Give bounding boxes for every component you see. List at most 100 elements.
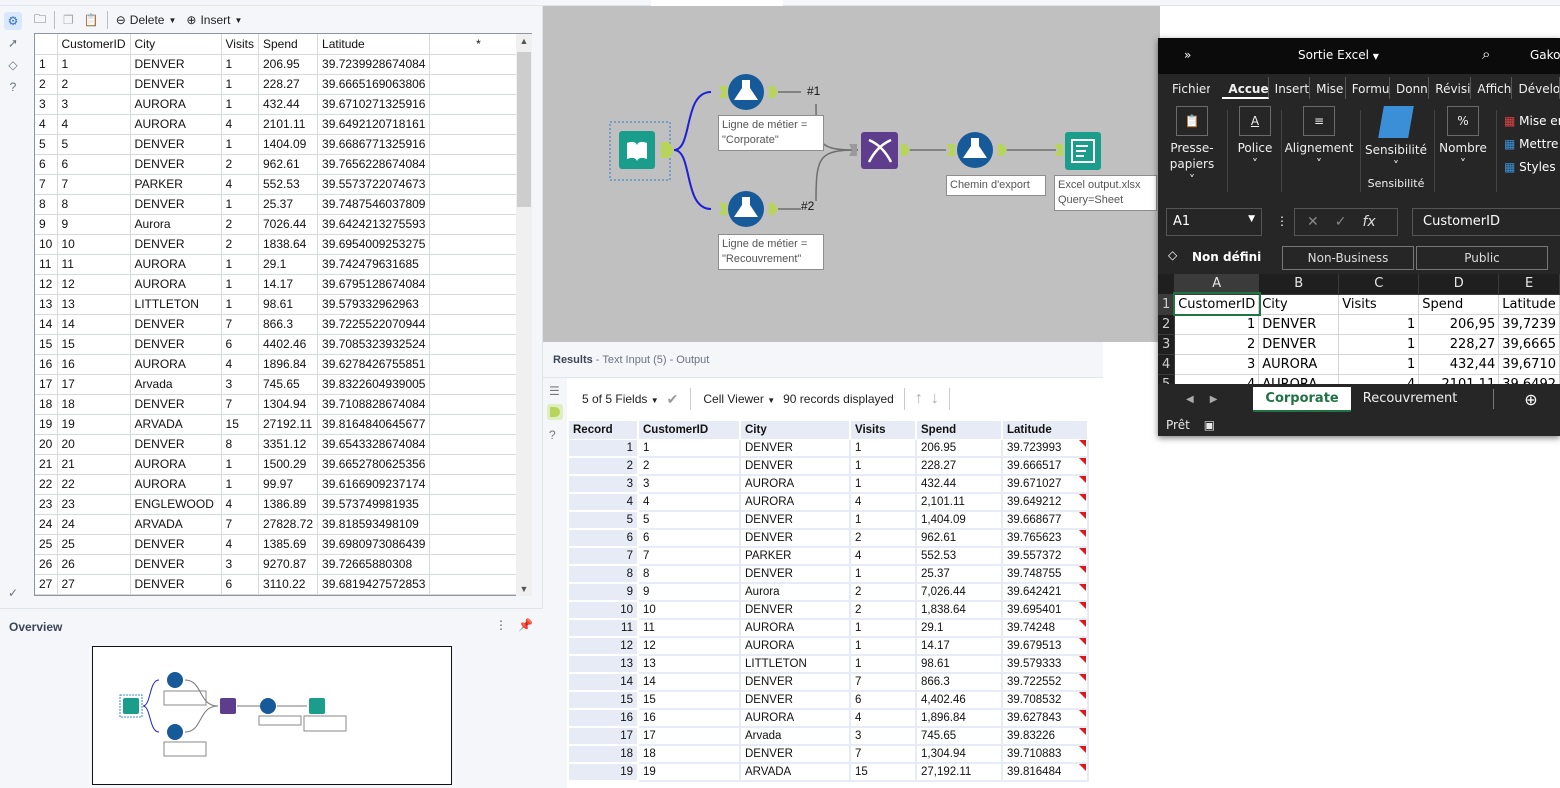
grid-cell[interactable]: 3110.22 xyxy=(258,574,319,595)
grid-cell[interactable]: 1 xyxy=(221,474,259,495)
results-cell[interactable]: PARKER xyxy=(741,548,851,566)
results-cell[interactable]: 39.671027 xyxy=(1003,476,1089,494)
grid-cell[interactable]: 4402.46 xyxy=(258,334,319,355)
formula-output-anchor[interactable] xyxy=(998,144,1007,156)
results-cell[interactable]: 39.710883 xyxy=(1003,746,1089,764)
results-cell[interactable]: 1 xyxy=(851,512,917,530)
results-cell[interactable]: 13 xyxy=(639,656,741,674)
grid-row[interactable]: 2 2 DENVER 1 228.27 39.6665169063806 xyxy=(35,74,528,95)
results-cell[interactable]: 39.557372 xyxy=(1003,548,1089,566)
results-cell[interactable]: 552.53 xyxy=(917,548,1003,566)
grid-cell[interactable] xyxy=(429,134,528,155)
grid-cell[interactable]: DENVER xyxy=(130,234,222,255)
grid-row[interactable]: 18 18 DENVER 7 1304.94 39.7108828674084 xyxy=(35,394,528,415)
grid-row[interactable]: 7 7 PARKER 4 552.53 39.5573722074673 xyxy=(35,174,528,195)
grid-cell[interactable]: 17 xyxy=(57,374,131,395)
results-column-header[interactable]: CustomerID xyxy=(639,421,741,440)
results-cell[interactable]: 14.17 xyxy=(917,638,1003,656)
results-cell[interactable]: 7,026.44 xyxy=(917,584,1003,602)
sheet-tab[interactable]: Corporate xyxy=(1253,386,1351,412)
results-row[interactable]: 12 12 AURORA 1 14.17 39.679513 xyxy=(569,638,1089,656)
sheet-cell[interactable]: 39,6665 xyxy=(1498,334,1560,355)
format-table-button[interactable]: ▦ Mettre xyxy=(1504,133,1560,156)
grid-cell[interactable] xyxy=(429,194,528,215)
cell-styles-button[interactable]: ▦ Styles d xyxy=(1504,156,1560,179)
results-row[interactable]: 13 13 LITTLETON 1 98.61 39.579333 xyxy=(569,656,1089,674)
grid-cell[interactable]: 39.573749981935 xyxy=(317,494,431,515)
sheet-tab[interactable]: Recouvrement xyxy=(1351,387,1470,412)
column-letter[interactable]: A xyxy=(1174,274,1260,295)
grid-cell[interactable]: 20 xyxy=(57,434,131,455)
results-column-header[interactable]: Spend xyxy=(917,421,1003,440)
grid-cell[interactable]: 39.6166909237174 xyxy=(317,474,431,495)
cell-viewer-dropdown[interactable]: Cell Viewer ▼ xyxy=(703,392,775,406)
results-cell[interactable]: 19 xyxy=(639,764,741,782)
grid-row[interactable]: 6 6 DENVER 2 962.61 39.7656228674084 xyxy=(35,154,528,175)
sheet-cell[interactable]: 228,27 xyxy=(1418,334,1500,355)
grid-cell[interactable]: 206.95 xyxy=(258,54,319,75)
grid-cell[interactable]: 25 xyxy=(57,534,131,555)
results-column-header[interactable]: City xyxy=(741,421,851,440)
name-box[interactable]: A1 ▼ xyxy=(1166,208,1262,236)
sheet-cell[interactable]: Latitude xyxy=(1498,294,1560,315)
sheet-cell[interactable]: Visits xyxy=(1338,294,1420,315)
grid-cell[interactable] xyxy=(429,414,528,435)
grid-row[interactable]: 15 15 DENVER 6 4402.46 39.7085323932524 xyxy=(35,334,528,355)
column-letter[interactable]: E xyxy=(1498,274,1560,295)
copy-icon[interactable]: ❐ xyxy=(61,13,76,27)
sheet-row[interactable]: 2 1 DENVER 1 206,95 39,7239 xyxy=(1158,314,1560,335)
grid-cell[interactable]: 15 xyxy=(221,414,259,435)
sheet-row[interactable]: 4 3 AURORA 1 432,44 39,6710 xyxy=(1158,354,1560,375)
grid-row[interactable]: 8 8 DENVER 1 25.37 39.7487546037809 xyxy=(35,194,528,215)
results-cell[interactable]: AURORA xyxy=(741,476,851,494)
grid-cell[interactable] xyxy=(429,454,528,475)
grid-cell[interactable]: 1304.94 xyxy=(258,394,319,415)
results-cell[interactable]: 4 xyxy=(851,710,917,728)
help-icon[interactable]: ? xyxy=(549,428,556,442)
results-cell[interactable]: ARVADA xyxy=(741,764,851,782)
results-cell[interactable]: 8 xyxy=(639,566,741,584)
grid-cell[interactable] xyxy=(429,534,528,555)
grid-row[interactable]: 5 5 DENVER 1 1404.09 39.6686771325916 xyxy=(35,134,528,155)
grid-cell[interactable]: 39.7487546037809 xyxy=(317,194,431,215)
union-tool[interactable] xyxy=(861,132,898,169)
sheet-cell[interactable]: 1 xyxy=(1174,314,1260,335)
grid-cell[interactable]: 7 xyxy=(221,514,259,535)
grid-cell[interactable]: AURORA xyxy=(130,474,222,495)
results-cell[interactable]: 39.649212 xyxy=(1003,494,1089,512)
column-header[interactable]: Latitude xyxy=(317,34,431,55)
ribbon-tab[interactable]: Donn xyxy=(1390,77,1430,99)
results-cell[interactable]: AURORA xyxy=(741,620,851,638)
results-row[interactable]: 1 1 DENVER 1 206.95 39.723993 xyxy=(569,440,1089,458)
grid-row[interactable]: 12 12 AURORA 1 14.17 39.6795128674084 xyxy=(35,274,528,295)
gear-icon[interactable]: ⚙ xyxy=(4,12,22,30)
grid-cell[interactable]: 24 xyxy=(57,514,131,535)
results-row[interactable]: 6 6 DENVER 2 962.61 39.765623 xyxy=(569,530,1089,548)
grid-cell[interactable]: 39.6710271325916 xyxy=(317,94,431,115)
grid-cell[interactable]: 7 xyxy=(57,174,131,195)
alignment-group[interactable]: ≡ Alignement ˅ xyxy=(1285,106,1353,172)
grid-cell[interactable] xyxy=(429,54,528,75)
results-cell[interactable]: 6 xyxy=(851,692,917,710)
sheet-cell[interactable]: 3 xyxy=(1174,354,1260,375)
results-row[interactable]: 4 4 AURORA 4 2,101.11 39.649212 xyxy=(569,494,1089,512)
grid-row[interactable]: 27 27 DENVER 6 3110.22 39.6819427572853 xyxy=(35,574,528,595)
results-cell[interactable]: 1 xyxy=(851,440,917,458)
grid-cell[interactable]: 16 xyxy=(57,354,131,375)
column-letter[interactable]: D xyxy=(1418,274,1500,295)
ribbon-tab[interactable]: Accue xyxy=(1222,77,1269,99)
results-cell[interactable]: DENVER xyxy=(741,566,851,584)
grid-cell[interactable]: 14.17 xyxy=(258,274,319,295)
grid-cell[interactable]: 27 xyxy=(57,574,131,595)
grid-cell[interactable]: 6 xyxy=(221,334,259,355)
filter2-true-anchor[interactable] xyxy=(769,203,778,215)
row-header[interactable]: 4 xyxy=(1158,354,1176,375)
results-cell[interactable]: 15 xyxy=(639,692,741,710)
apply-check-icon[interactable]: ✔ xyxy=(667,391,679,408)
sheet-cell[interactable]: 432,44 xyxy=(1418,354,1500,375)
grid-cell[interactable]: 745.65 xyxy=(258,374,319,395)
grid-cell[interactable]: Aurora xyxy=(130,214,222,235)
grid-row[interactable]: 21 21 AURORA 1 1500.29 39.6652780625356 xyxy=(35,454,528,475)
row-header[interactable]: 3 xyxy=(1158,334,1176,355)
grid-cell[interactable]: DENVER xyxy=(130,74,222,95)
